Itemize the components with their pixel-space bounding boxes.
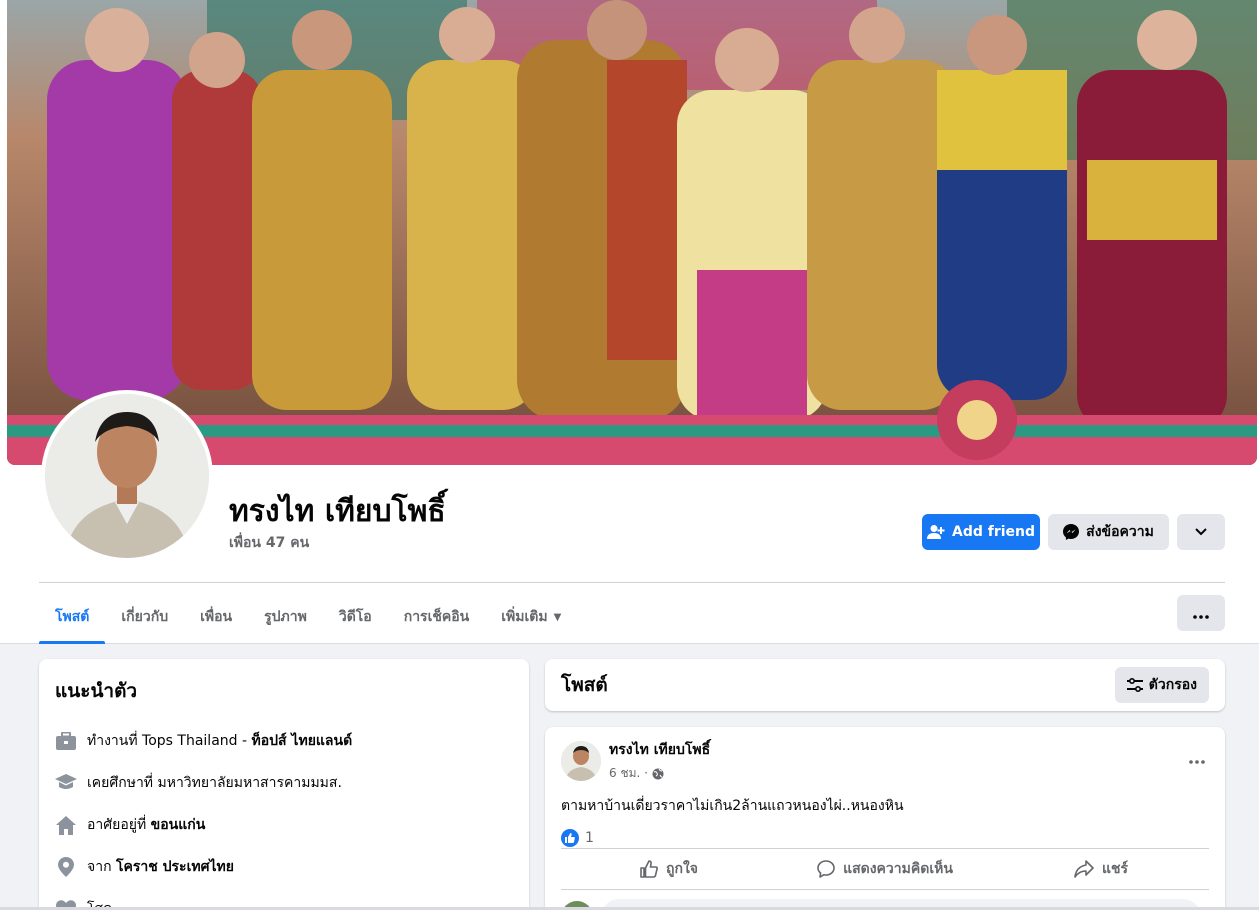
cover-photo[interactable] [7, 0, 1257, 465]
tab-label: โพสต์ [55, 609, 90, 625]
comment-button[interactable]: แสดงความคิดเห็น [777, 849, 993, 889]
like-button[interactable]: ถูกใจ [561, 849, 777, 889]
intro-lives-text: อาศัยอยู่ที่ ขอนแก่น [87, 814, 205, 836]
tab-label: วิดีโอ [338, 609, 372, 625]
post-text: ตามหาบ้านเดี่ยวราคาไม่เกิน2ล้านแถวหนองไผ… [561, 798, 904, 814]
post-author-name[interactable]: ทรงไท เทียบโพธิ์ [609, 739, 710, 761]
more-dots-icon [1193, 604, 1209, 623]
profile-avatar-photo [45, 394, 209, 558]
intro-card: แนะนำตัว ทำงานที่ Tops Thailand - ท็อปส์… [39, 659, 529, 910]
graduation-cap-icon [55, 772, 77, 794]
add-user-icon [926, 524, 945, 540]
messenger-icon [1063, 524, 1080, 540]
friend-count[interactable]: เพื่อน 47 คน [229, 532, 309, 554]
tab-label: การเช็คอิน [403, 609, 470, 625]
intro-work: ทำงานที่ Tops Thailand - ท็อปส์ ไทยแลนด์ [55, 720, 513, 762]
header-divider [39, 582, 1225, 583]
tab-friends[interactable]: เพื่อน [184, 590, 248, 644]
tab-more[interactable]: เพิ่มเติม ▼ [485, 590, 577, 644]
intro-work-prefix: ทำงานที่ Tops Thailand - [87, 733, 252, 749]
intro-education-text: เคยศึกษาที่ มหาวิทยาลัยมหาสารคามมมส. [87, 775, 342, 791]
add-friend-label: Add friend [951, 524, 1036, 540]
intro-work-text: ทำงานที่ Tops Thailand - ท็อปส์ ไทยแลนด์ [87, 730, 352, 752]
message-button[interactable]: ส่งข้อความ [1048, 514, 1169, 550]
intro-from-text: จาก โคราช ประเทศไทย [87, 856, 234, 878]
comment-label: แสดงความคิดเห็น [843, 861, 953, 877]
tab-label: เพื่อน [200, 609, 233, 625]
filter-button[interactable]: ตัวกรอง [1114, 667, 1209, 703]
tab-checkins[interactable]: การเช็คอิน [388, 590, 486, 644]
share-label: แชร์ [1101, 861, 1129, 877]
tab-label: เกี่ยวกับ [121, 609, 169, 625]
post-options-icon[interactable] [1189, 745, 1205, 769]
intro-lives-city[interactable]: ขอนแก่น [151, 817, 206, 833]
profile-avatar[interactable] [41, 390, 213, 562]
more-options-button[interactable] [1177, 595, 1225, 631]
posts-title: โพสต์ [561, 674, 608, 696]
post-card: ทรงไท เทียบโพธิ์ 6 ชม. · ตามหาบ้านเดี่ยว… [545, 727, 1225, 910]
intro-lives: อาศัยอยู่ที่ ขอนแก่น [55, 804, 513, 846]
post-actions: ถูกใจ แสดงความคิดเห็น แชร์ [561, 848, 1209, 890]
intro-work-company[interactable]: ท็อปส์ ไทยแลนด์ [251, 733, 352, 749]
tab-label: รูปภาพ [264, 609, 307, 625]
post-meta: 6 ชม. · [609, 764, 710, 783]
posts-header: โพสต์ ตัวกรอง [545, 659, 1225, 711]
message-label: ส่งข้อความ [1086, 524, 1154, 540]
intro-from-prefix: จาก [87, 859, 116, 875]
location-pin-icon [55, 856, 77, 878]
post-author-avatar[interactable] [561, 741, 601, 781]
tab-photos[interactable]: รูปภาพ [248, 590, 323, 644]
filter-label: ตัวกรอง [1148, 677, 1197, 693]
tab-posts[interactable]: โพสต์ [39, 590, 106, 644]
home-icon [55, 814, 77, 836]
tab-label: เพิ่มเติม [501, 609, 548, 625]
briefcase-icon [55, 730, 77, 752]
intro-from: จาก โคราช ประเทศไทย [55, 846, 513, 888]
chevron-down-icon [1195, 524, 1207, 540]
thumbs-up-icon [640, 860, 658, 878]
tab-about[interactable]: เกี่ยวกับ [105, 590, 184, 644]
post-reactions[interactable]: 1 [561, 829, 1209, 847]
like-label: ถูกใจ [666, 861, 698, 877]
caret-down-icon: ▼ [553, 611, 562, 623]
comment-icon [817, 860, 835, 878]
intro-education: เคยศึกษาที่ มหาวิทยาลัยมหาสารคามมมส. [55, 762, 513, 804]
post-author-block: ทรงไท เทียบโพธิ์ 6 ชม. · [609, 739, 710, 783]
intro-lives-prefix: อาศัยอยู่ที่ [87, 817, 151, 833]
profile-name: ทรงไท เทียบโพธิ์ [229, 494, 446, 529]
like-count: 1 [585, 830, 594, 846]
share-icon [1074, 860, 1094, 878]
profile-tabs: โพสต์ เกี่ยวกับ เพื่อน รูปภาพ วิดีโอ การ… [39, 590, 577, 644]
share-button[interactable]: แชร์ [993, 849, 1209, 889]
intro-title: แนะนำตัว [55, 680, 138, 702]
cover-photo-image [7, 0, 1257, 465]
intro-from-place[interactable]: โคราช ประเทศไทย [116, 859, 234, 875]
globe-icon [652, 768, 664, 780]
post-time[interactable]: 6 ชม. · [609, 764, 648, 783]
add-friend-button[interactable]: Add friend [922, 514, 1040, 550]
profile-options-button[interactable] [1177, 514, 1225, 550]
like-reaction-icon [561, 829, 579, 847]
post-header: ทรงไท เทียบโพธิ์ 6 ชม. · [561, 739, 1209, 783]
filter-icon [1126, 678, 1143, 692]
tab-videos[interactable]: วิดีโอ [323, 590, 388, 644]
